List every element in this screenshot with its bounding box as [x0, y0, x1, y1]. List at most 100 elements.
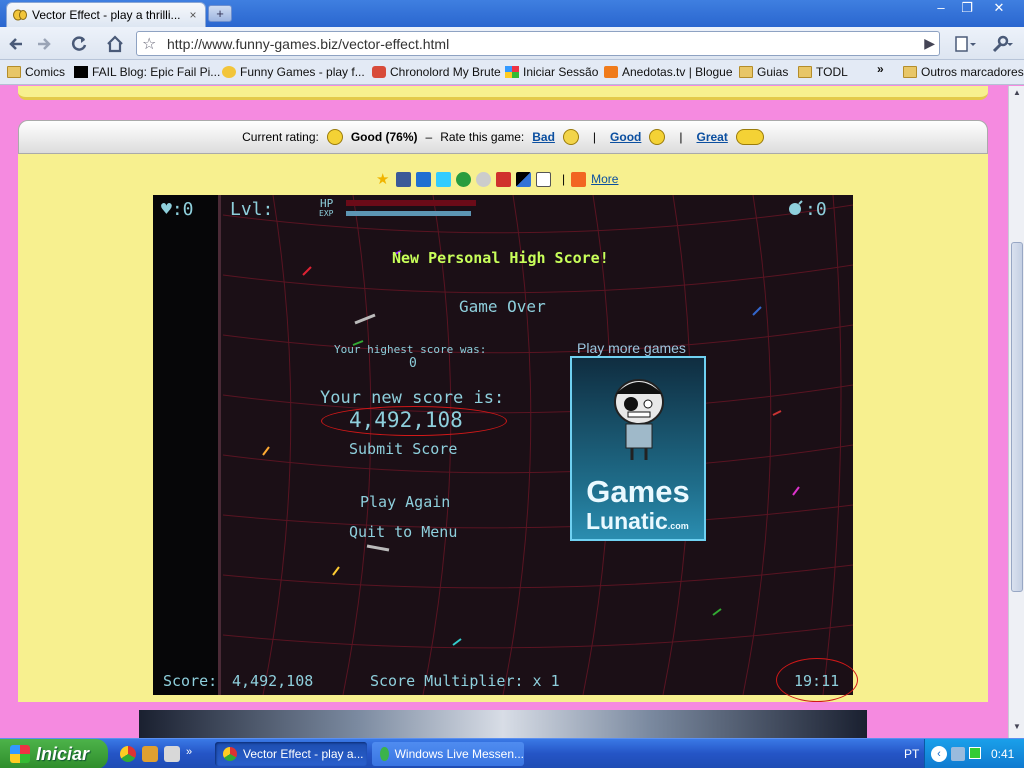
pipe-separator: | [592, 130, 597, 144]
game-over-title: Game Over [459, 297, 546, 316]
quit-to-menu-button[interactable]: Quit to Menu [349, 523, 457, 541]
hp-bar [346, 200, 476, 206]
play-more-games-link[interactable]: Play more games [577, 340, 686, 356]
current-rating-value: Good (76%) [350, 130, 418, 144]
blogger-icon [604, 66, 618, 78]
game-banner-image[interactable] [139, 710, 867, 738]
new-score-label: Your new score is: [320, 388, 505, 408]
home-icon[interactable] [104, 33, 126, 55]
annotation-circle-score [321, 406, 507, 436]
exp-label: EXP [319, 209, 334, 218]
page-scrollbar[interactable]: ▲ ▼ [1008, 86, 1024, 738]
level-label: Lvl: [230, 199, 274, 220]
cool-face-icon[interactable] [649, 129, 666, 145]
clock: 0:41 [991, 747, 1015, 761]
games-lunatic-ad[interactable]: Games Lunatic.com [570, 356, 706, 541]
ad-title-games: Games [586, 474, 690, 509]
go-arrow-icon[interactable]: ▶ [924, 35, 935, 52]
tab-title: Vector Effect - play a thrilli... [32, 8, 181, 22]
email-icon[interactable] [536, 171, 551, 187]
smiley-icon [326, 129, 343, 145]
reload-icon[interactable] [68, 33, 90, 55]
game-canvas[interactable]: ♥:0 Lvl: HP EXP :0 New Personal High Sco… [153, 195, 853, 695]
annotation-circle-timer [776, 658, 858, 702]
windows-flag-icon [10, 745, 30, 763]
quick-launch: » [120, 746, 192, 762]
bookmark-comics[interactable]: Comics [7, 65, 65, 79]
score-multiplier: Score Multiplier: x 1 [370, 672, 560, 690]
back-arrow-icon[interactable] [6, 33, 28, 55]
fail-blog-favicon-icon [74, 66, 88, 78]
browser-toolbar: ☆ ▶ [0, 27, 1024, 60]
left-status-column [153, 195, 221, 695]
funny-games-favicon-icon [13, 9, 27, 21]
delicious-icon[interactable] [516, 171, 531, 187]
scrollbar-thumb[interactable] [1011, 242, 1023, 592]
messenger-icon[interactable] [416, 171, 431, 187]
rate-good-link[interactable]: Good [610, 130, 641, 144]
facebook-icon[interactable] [396, 171, 411, 187]
close-window-button[interactable]: ✕ [984, 0, 1014, 18]
bookmarks-overflow-chevron[interactable]: » [877, 62, 884, 76]
start-button[interactable]: Iniciar [0, 739, 108, 768]
share-more-link[interactable]: More [591, 172, 618, 186]
status-green-icon[interactable] [969, 747, 981, 759]
favorite-star-icon[interactable]: ★ [376, 172, 391, 187]
minimize-button[interactable]: – [928, 0, 954, 18]
tab-close-icon[interactable]: × [187, 8, 199, 22]
top-panel-edge [18, 86, 988, 100]
ad-suffix: .com [667, 521, 689, 531]
scroll-down-arrow-icon[interactable]: ▼ [1011, 722, 1023, 736]
current-rating-label: Current rating: [242, 130, 319, 144]
forward-arrow-icon[interactable] [32, 33, 54, 55]
submit-score-button[interactable]: Submit Score [349, 440, 457, 458]
bomb-counter: :0 [805, 199, 827, 220]
bookmark-star-icon[interactable]: ☆ [142, 34, 156, 54]
media-icon[interactable] [142, 746, 158, 762]
lives-counter: ♥:0 [161, 199, 194, 220]
chrome-icon [223, 747, 237, 761]
maximize-button[interactable]: ❐ [954, 0, 980, 18]
rate-great-link[interactable]: Great [697, 130, 728, 144]
web-page: Current rating: Good (76%) – Rate this g… [0, 86, 1008, 738]
bookmark-guias[interactable]: Guias [739, 65, 788, 79]
task-messenger-window[interactable]: Windows Live Messen... [372, 742, 524, 766]
share-more-plus-icon[interactable] [571, 171, 587, 187]
quicklaunch-more-chevron[interactable]: » [186, 746, 192, 762]
page-menu-icon[interactable] [950, 33, 980, 55]
play-again-button[interactable]: Play Again [360, 493, 450, 511]
new-tab-button[interactable]: + [208, 5, 232, 22]
myspace-icon[interactable] [496, 171, 511, 187]
tray-collapse-icon[interactable]: ‹ [931, 746, 947, 762]
bookmark-anedotas[interactable]: Anedotas.tv | Blogue [604, 65, 733, 79]
network-icon[interactable] [951, 747, 965, 761]
pipe-separator: | [679, 130, 683, 144]
scroll-up-arrow-icon[interactable]: ▲ [1011, 88, 1023, 102]
gamepad-icon[interactable] [164, 746, 180, 762]
twitter-icon[interactable] [436, 171, 451, 187]
reddit-icon[interactable] [476, 171, 491, 187]
highest-score-label: Your highest score was: [334, 343, 487, 356]
chrome-icon[interactable] [120, 746, 136, 762]
system-tray: ‹ 0:41 [924, 739, 1024, 768]
stumbleupon-icon[interactable] [456, 171, 471, 187]
windows-taskbar: Iniciar » Vector Effect - play a... Wind… [0, 738, 1024, 768]
task-chrome-window[interactable]: Vector Effect - play a... [215, 742, 367, 766]
cheering-face-icon[interactable] [735, 129, 764, 145]
bookmark-my-brute[interactable]: Chronolord My Brute [372, 65, 501, 79]
url-input[interactable] [167, 35, 907, 53]
address-bar[interactable]: ☆ ▶ [136, 31, 940, 56]
bookmark-fail-blog[interactable]: FAIL Blog: Epic Fail Pi... [74, 65, 220, 79]
bookmark-funny-games[interactable]: Funny Games - play f... [222, 65, 365, 79]
folder-icon [7, 66, 21, 78]
wrench-menu-icon[interactable] [986, 33, 1016, 55]
language-indicator[interactable]: PT [904, 747, 919, 761]
tab-vector-effect[interactable]: Vector Effect - play a thrilli... × [6, 2, 206, 27]
score-label: Score: [163, 672, 218, 690]
bookmark-todl[interactable]: TODL [798, 65, 848, 79]
sad-face-icon[interactable] [562, 129, 579, 145]
bookmark-iniciar-sessao[interactable]: Iniciar Sessão [505, 65, 598, 79]
folder-icon [903, 66, 917, 78]
bookmark-other[interactable]: Outros marcadores [903, 65, 1024, 79]
rate-bad-link[interactable]: Bad [532, 130, 555, 144]
